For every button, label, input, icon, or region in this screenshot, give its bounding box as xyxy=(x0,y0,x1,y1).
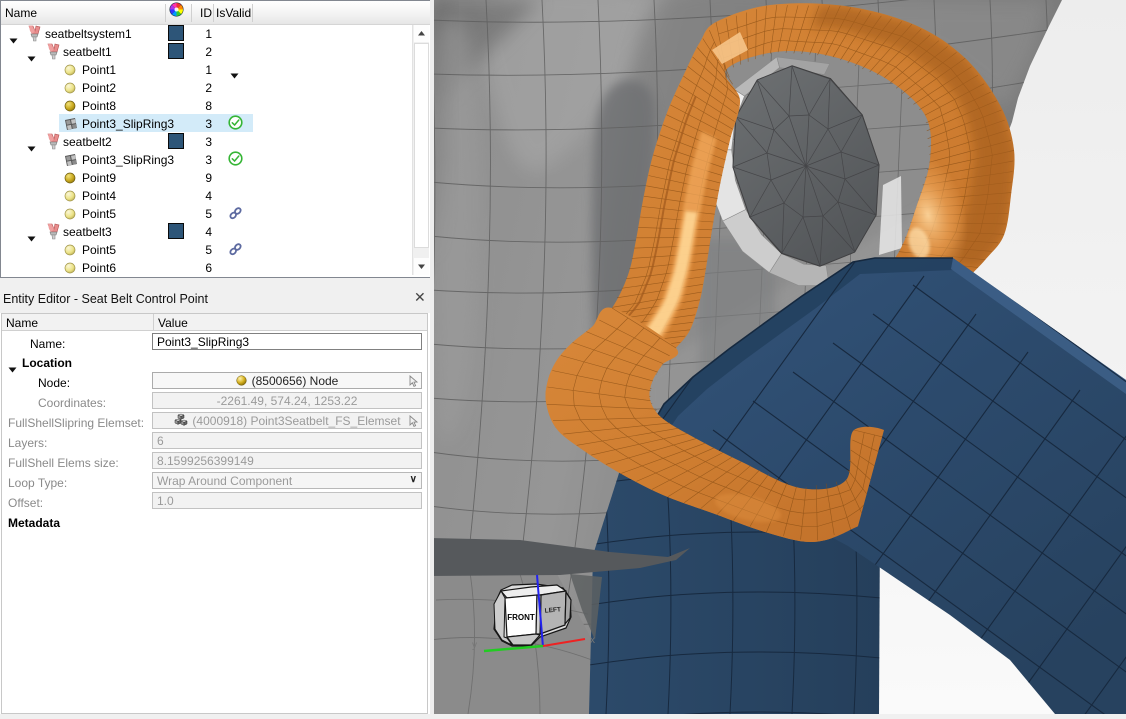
svg-text:FRONT: FRONT xyxy=(507,613,535,622)
svg-text:LEFT: LEFT xyxy=(544,606,561,614)
svg-text:y: y xyxy=(472,640,477,651)
svg-text:x: x xyxy=(590,635,595,646)
